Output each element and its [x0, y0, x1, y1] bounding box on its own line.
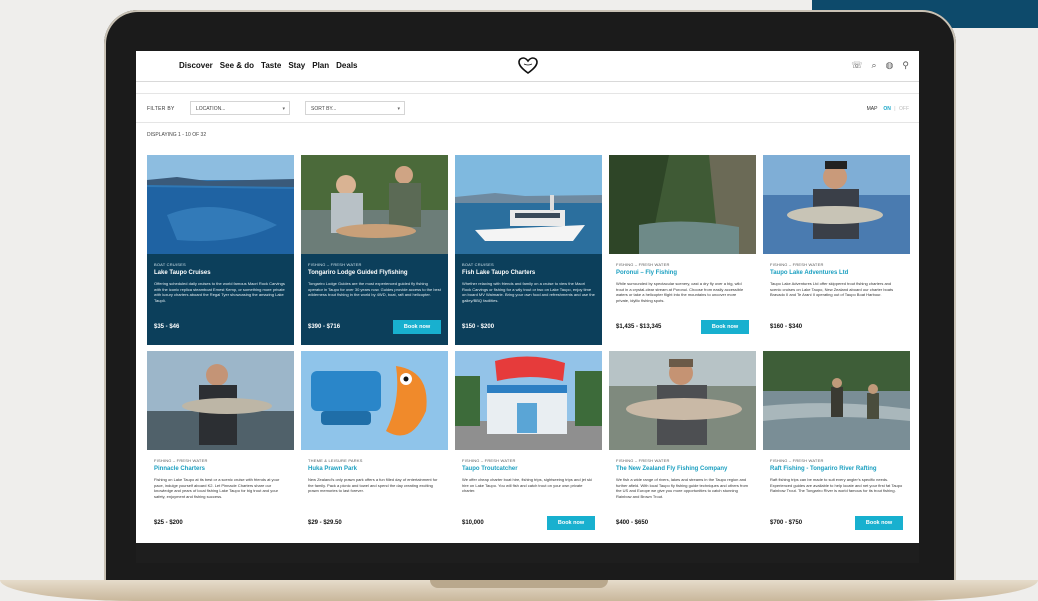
listing-card[interactable]: FISHING – FRESH WATER Taupo Lake Adventu… — [763, 155, 910, 345]
card-description: Whether relaxing with friends and family… — [462, 281, 595, 303]
card-image-man-on-boat — [147, 351, 294, 450]
screen-bezel-bottom — [136, 543, 919, 563]
card-description: New Zealand's only prawn park offers a f… — [308, 477, 438, 493]
nav-links: Discover See & do Taste Stay Plan Deals — [179, 61, 358, 70]
location-select-value: LOCATION... — [196, 106, 226, 112]
map-toggle[interactable]: MAP ON | OFF — [867, 106, 909, 112]
nav-taste[interactable]: Taste — [261, 61, 281, 70]
card-category: FISHING – FRESH WATER — [616, 262, 670, 267]
card-price: $35 - $46 — [154, 324, 180, 330]
card-category: FISHING – FRESH WATER — [308, 262, 362, 267]
map-toggle-separator: | — [894, 106, 896, 112]
results-count: DISPLAYING 1 - 10 OF 32 — [147, 132, 207, 138]
card-category: FISHING – FRESH WATER — [154, 458, 208, 463]
sort-select[interactable]: SORT BY... ▾ — [305, 101, 405, 115]
filter-label: FILTER BY — [147, 106, 175, 112]
card-description: Raft fishing trips can be made to suit e… — [770, 477, 903, 493]
nav-icons: ☏ ⌕ ◍ ⚲ — [851, 60, 909, 71]
card-image-man-with-fish — [609, 351, 756, 450]
listing-card[interactable]: FISHING – FRESH WATER Taupo Troutcatcher… — [455, 351, 602, 541]
card-description: Fishing on Lake Taupo at its best or a s… — [154, 477, 280, 499]
card-title[interactable]: Huka Prawn Park — [308, 466, 443, 472]
card-description: We offer cheap charter boat hire, fishin… — [462, 477, 592, 493]
card-image-shop-front — [455, 351, 602, 450]
book-now-button[interactable]: Book now — [855, 516, 903, 530]
listing-card[interactable]: FISHING – FRESH WATER The New Zealand Fl… — [609, 351, 756, 541]
card-description: We fish a wide range of rivers, lakes an… — [616, 477, 748, 499]
card-price: $1,435 - $13,345 — [616, 324, 662, 330]
chevron-down-icon: ▾ — [397, 106, 400, 112]
globe-icon[interactable]: ◍ — [886, 60, 894, 71]
search-icon[interactable]: ⌕ — [872, 60, 877, 71]
card-price: $25 - $200 — [154, 520, 183, 526]
card-price: $160 - $340 — [770, 324, 803, 330]
card-title[interactable]: Tongariro Lodge Guided Flyfishing — [308, 270, 443, 276]
card-category: FISHING – FRESH WATER — [770, 458, 824, 463]
location-select[interactable]: LOCATION... ▾ — [190, 101, 290, 115]
location-pin-icon[interactable]: ⚲ — [902, 60, 909, 71]
top-navigation: Discover See & do Taste Stay Plan Deals … — [136, 51, 919, 82]
nav-stay[interactable]: Stay — [288, 61, 305, 70]
card-price: $700 - $750 — [770, 520, 803, 526]
listing-card[interactable]: BOAT CRUISES Lake Taupo Cruises Offering… — [147, 155, 294, 345]
map-toggle-label: MAP — [866, 106, 878, 112]
map-toggle-on[interactable]: ON — [883, 106, 891, 112]
listing-card[interactable]: BOAT CRUISES Fish Lake Taupo Charters Wh… — [455, 155, 602, 345]
book-now-button[interactable]: Book now — [701, 320, 749, 334]
card-category: FISHING – FRESH WATER — [770, 262, 824, 267]
filter-bar: FILTER BY LOCATION... ▾ SORT BY... ▾ MAP… — [136, 93, 919, 123]
listing-card[interactable]: FISHING – FRESH WATER Raft Fishing - Ton… — [763, 351, 910, 541]
card-price: $390 - $716 — [308, 324, 341, 330]
browser-screen: Discover See & do Taste Stay Plan Deals … — [136, 51, 919, 543]
listing-card[interactable]: THEME & LEISURE PARKS Huka Prawn Park Ne… — [301, 351, 448, 541]
nav-deals[interactable]: Deals — [336, 61, 357, 70]
card-image-boat — [455, 155, 602, 254]
card-description: Taupo Lake Adventures Ltd offer skippere… — [770, 281, 894, 297]
nav-discover[interactable]: Discover — [179, 61, 213, 70]
card-description: Offering scheduled daily cruises to the … — [154, 281, 285, 303]
listing-card[interactable]: FISHING – FRESH WATER Pinnacle Charters … — [147, 351, 294, 541]
card-image-lake — [147, 155, 294, 254]
card-category: FISHING – FRESH WATER — [616, 458, 670, 463]
card-price: $150 - $200 — [462, 324, 495, 330]
card-title[interactable]: Poronui – Fly Fishing — [616, 270, 751, 276]
card-image-man-with-trout — [763, 155, 910, 254]
phone-icon[interactable]: ☏ — [851, 60, 862, 71]
book-now-button[interactable]: Book now — [393, 320, 441, 334]
card-title[interactable]: Pinnacle Charters — [154, 466, 289, 472]
card-category: FISHING – FRESH WATER — [462, 458, 516, 463]
sort-select-value: SORT BY... — [311, 106, 337, 112]
card-title[interactable]: Fish Lake Taupo Charters — [462, 270, 597, 276]
listing-card[interactable]: FISHING – FRESH WATER Poronui – Fly Fish… — [609, 155, 756, 345]
nav-see-and-do[interactable]: See & do — [220, 61, 254, 70]
card-title[interactable]: Lake Taupo Cruises — [154, 270, 289, 276]
heart-logo-icon[interactable] — [518, 57, 538, 75]
card-image-prawn-park — [301, 351, 448, 450]
chevron-down-icon: ▾ — [282, 106, 285, 112]
card-title[interactable]: Raft Fishing - Tongariro River Rafting — [770, 466, 905, 472]
book-now-button[interactable]: Book now — [547, 516, 595, 530]
card-category: BOAT CRUISES — [154, 262, 186, 267]
listing-card[interactable]: FISHING – FRESH WATER Tongariro Lodge Gu… — [301, 155, 448, 345]
card-image-fishermen — [301, 155, 448, 254]
map-toggle-off[interactable]: OFF — [899, 106, 909, 112]
card-title[interactable]: The New Zealand Fly Fishing Company — [616, 466, 751, 472]
nav-plan[interactable]: Plan — [312, 61, 329, 70]
card-category: THEME & LEISURE PARKS — [308, 458, 363, 463]
card-image-river-anglers — [763, 351, 910, 450]
card-price: $400 - $650 — [616, 520, 649, 526]
card-title[interactable]: Taupo Troutcatcher — [462, 466, 597, 472]
card-description: While surrounded by spectacular scenery,… — [616, 281, 744, 303]
card-category: BOAT CRUISES — [462, 262, 494, 267]
card-title[interactable]: Taupo Lake Adventures Ltd — [770, 270, 905, 276]
card-price: $10,000 — [462, 520, 484, 526]
laptop-notch — [430, 580, 608, 588]
card-image-river — [609, 155, 756, 254]
card-price: $29 - $29.50 — [308, 520, 342, 526]
card-description: Tongariro Lodge Guides are the most expe… — [308, 281, 441, 297]
